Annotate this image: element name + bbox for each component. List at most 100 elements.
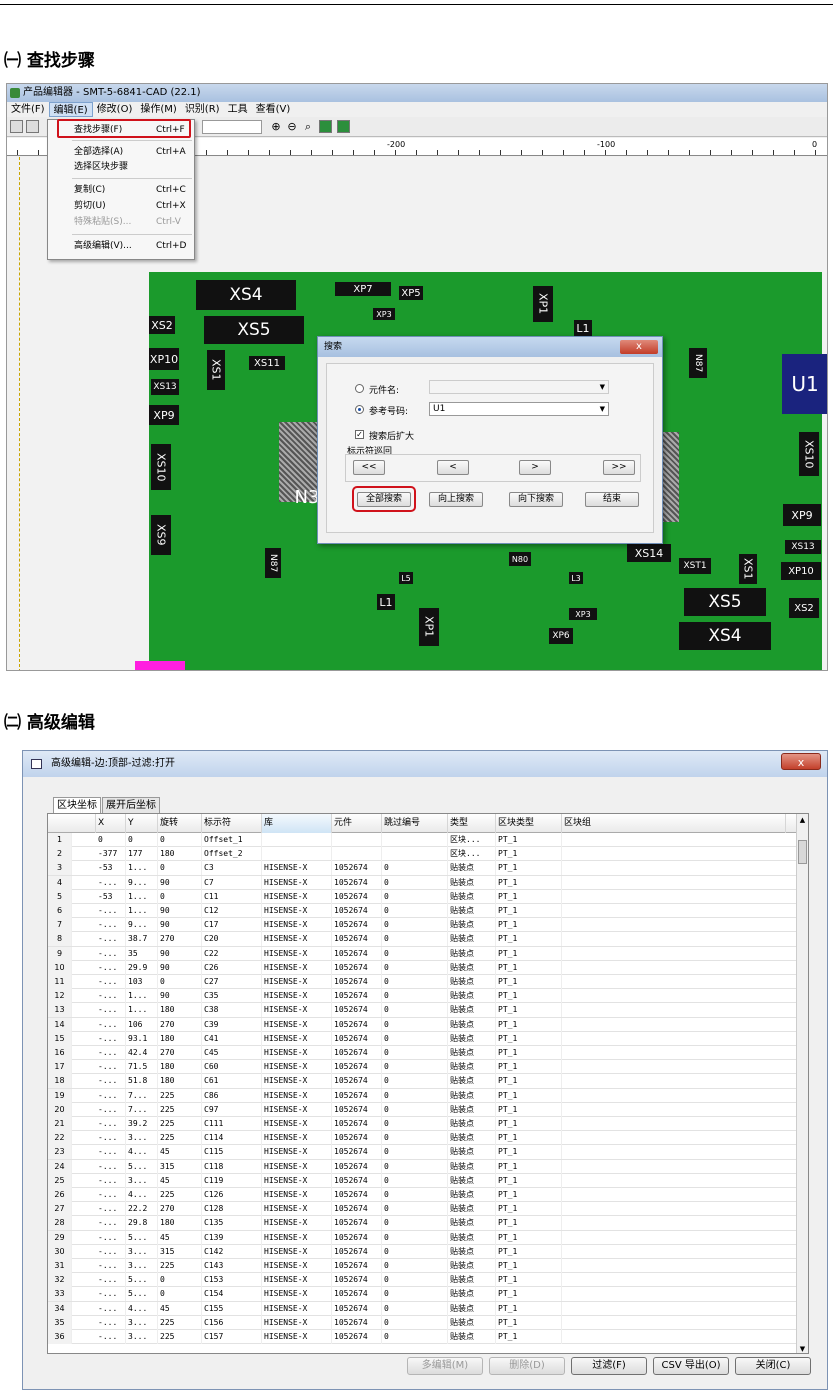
close-icon[interactable]: x: [620, 340, 658, 354]
menu-item-copy[interactable]: 复制(C) Ctrl+C: [48, 183, 194, 197]
table-cell[interactable]: 0: [382, 946, 448, 961]
table-cell[interactable]: HISENSE-X: [262, 1046, 332, 1060]
column-header[interactable]: 旋转: [158, 814, 202, 833]
table-cell[interactable]: 315: [158, 1159, 202, 1174]
table-cell[interactable]: 0: [382, 1003, 448, 1018]
table-cell[interactable]: 9...: [126, 875, 158, 890]
table-cell[interactable]: 29: [48, 1230, 72, 1245]
table-cell[interactable]: 0: [382, 1088, 448, 1103]
filter-button[interactable]: 过滤(F): [571, 1357, 647, 1375]
table-cell[interactable]: 0: [382, 1330, 448, 1344]
table-cell[interactable]: -...: [96, 1117, 126, 1131]
table-cell[interactable]: HISENSE-X: [262, 1117, 332, 1131]
column-header[interactable]: 跳过编号: [382, 814, 448, 833]
table-cell[interactable]: 225: [158, 1330, 202, 1344]
table-cell[interactable]: HISENSE-X: [262, 1188, 332, 1202]
table-cell[interactable]: 1052674: [332, 918, 382, 933]
table-cell[interactable]: 1052674: [332, 975, 382, 989]
table-cell[interactable]: 0: [158, 1287, 202, 1302]
table-row[interactable]: 35 -... 3... 225 C156 HISENSE-X 1052674 0 贴装点 PT_…: [48, 1315, 798, 1330]
table-cell[interactable]: PT_1: [496, 1145, 562, 1160]
table-cell[interactable]: C60: [202, 1060, 262, 1075]
column-header[interactable]: 区块组: [562, 814, 786, 833]
table-cell[interactable]: HISENSE-X: [262, 861, 332, 876]
table-cell[interactable]: 0: [382, 1074, 448, 1089]
tab-expanded-coords[interactable]: 展开后坐标: [102, 797, 160, 813]
table-cell[interactable]: C7: [202, 875, 262, 890]
table-cell[interactable]: HISENSE-X: [262, 1315, 332, 1330]
table-cell[interactable]: C17: [202, 918, 262, 933]
table-cell[interactable]: C156: [202, 1315, 262, 1330]
radio-refdes[interactable]: [355, 405, 364, 414]
table-cell[interactable]: 0: [382, 1202, 448, 1217]
table-cell[interactable]: 42.4: [126, 1046, 158, 1060]
table-cell[interactable]: PT_1: [496, 1230, 562, 1245]
column-header[interactable]: 类型: [448, 814, 496, 833]
print-icon[interactable]: [26, 120, 39, 133]
table-cell[interactable]: -...: [96, 975, 126, 989]
table-cell[interactable]: HISENSE-X: [262, 1287, 332, 1302]
table-row[interactable]: 15 -... 93.1 180 C41 HISENSE-X 1052674 0 贴装点 PT_1: [48, 1031, 798, 1046]
table-cell[interactable]: PT_1: [496, 932, 562, 947]
table-cell[interactable]: 14: [48, 1017, 72, 1032]
table-cell[interactable]: 0: [382, 960, 448, 975]
table-cell[interactable]: 33: [48, 1287, 72, 1302]
table-cell[interactable]: 4...: [126, 1188, 158, 1202]
table-cell[interactable]: HISENSE-X: [262, 918, 332, 933]
table-cell[interactable]: 贴装点: [448, 875, 496, 890]
table-cell[interactable]: 15: [48, 1031, 72, 1046]
table-row[interactable]: 7 -... 9... 90 C17 HISENSE-X 1052674 0 贴装点 PT_1: [48, 918, 798, 933]
table-cell[interactable]: 贴装点: [448, 1102, 496, 1117]
table-cell[interactable]: 1052674: [332, 1088, 382, 1103]
table-cell[interactable]: 1052674: [332, 1031, 382, 1046]
scroll-thumb[interactable]: [798, 840, 807, 864]
table-cell[interactable]: HISENSE-X: [262, 1273, 332, 1288]
table-cell[interactable]: 贴装点: [448, 1216, 496, 1231]
table-row[interactable]: 26 -... 4... 225 C126 HISENSE-X 1052674 0 贴装点 PT_…: [48, 1188, 798, 1203]
prev-button[interactable]: <: [437, 460, 469, 475]
table-cell[interactable]: 贴装点: [448, 1046, 496, 1060]
table-cell[interactable]: 90: [158, 960, 202, 975]
table-cell[interactable]: 225: [158, 1117, 202, 1131]
table-cell[interactable]: 1052674: [332, 1244, 382, 1259]
table-cell[interactable]: 3...: [126, 1315, 158, 1330]
table-cell[interactable]: 1052674: [332, 1159, 382, 1174]
table-cell[interactable]: 0: [382, 1159, 448, 1174]
table-cell[interactable]: 区块...: [448, 847, 496, 862]
table-row[interactable]: 36 -... 3... 225 C157 HISENSE-X 1052674 0 贴装点 PT_…: [48, 1330, 798, 1345]
table-cell[interactable]: 贴装点: [448, 1287, 496, 1302]
table-cell[interactable]: 180: [158, 847, 202, 862]
table-cell[interactable]: 贴装点: [448, 1117, 496, 1131]
table-cell[interactable]: HISENSE-X: [262, 932, 332, 947]
table-cell[interactable]: 106: [126, 1017, 158, 1032]
table-cell[interactable]: -...: [96, 1159, 126, 1174]
table-cell[interactable]: 3...: [126, 1173, 158, 1188]
column-header[interactable]: 区块类型: [496, 814, 562, 833]
table-cell[interactable]: 1052674: [332, 1273, 382, 1288]
table-cell[interactable]: 3...: [126, 1330, 158, 1344]
first-button[interactable]: <<: [353, 460, 385, 475]
table-cell[interactable]: PT_1: [496, 861, 562, 876]
table-cell[interactable]: 0: [382, 861, 448, 876]
close-icon[interactable]: x: [781, 753, 821, 770]
table-cell[interactable]: 71.5: [126, 1060, 158, 1075]
table-cell[interactable]: 0: [96, 833, 126, 847]
table-cell[interactable]: 7...: [126, 1088, 158, 1103]
table-cell[interactable]: PT_1: [496, 904, 562, 918]
table-cell[interactable]: 1052674: [332, 861, 382, 876]
table-cell[interactable]: 贴装点: [448, 1131, 496, 1146]
table-cell[interactable]: 1...: [126, 904, 158, 918]
table-cell[interactable]: 180: [158, 1003, 202, 1018]
table-cell[interactable]: 36: [48, 1330, 72, 1344]
table-cell[interactable]: C128: [202, 1202, 262, 1217]
table-cell[interactable]: 0: [382, 904, 448, 918]
menu-view[interactable]: 查看(V): [252, 102, 295, 117]
close-button[interactable]: 关闭(C): [735, 1357, 811, 1375]
table-cell[interactable]: 1052674: [332, 946, 382, 961]
table-cell[interactable]: 45: [158, 1230, 202, 1245]
table-cell[interactable]: 1...: [126, 989, 158, 1004]
table-cell[interactable]: 0: [382, 1188, 448, 1202]
table-cell[interactable]: PT_1: [496, 1159, 562, 1174]
table-cell[interactable]: HISENSE-X: [262, 889, 332, 904]
table-row[interactable]: 33 -... 5... 0 C154 HISENSE-X 1052674 0 贴装点 PT_1: [48, 1287, 798, 1302]
